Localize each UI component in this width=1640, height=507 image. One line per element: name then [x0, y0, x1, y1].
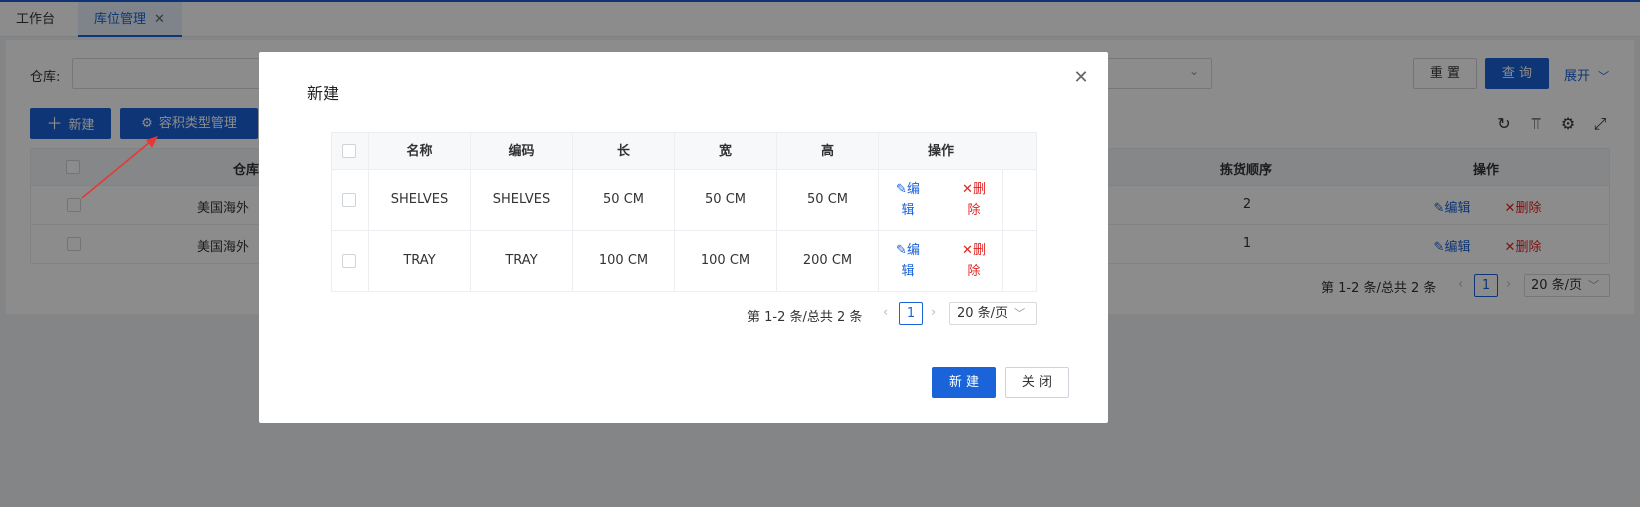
row-code: SHELVES	[492, 192, 551, 207]
modal-pager-summary: 第 1-2 条/总共 2 条	[747, 310, 863, 325]
row-delete-link[interactable]: ✕删除	[956, 240, 992, 282]
row-edit-link[interactable]: ✎编辑	[890, 179, 926, 221]
header-width: 宽	[718, 144, 732, 159]
new-volume-type-modal: 新建 ✕ 名称 编码 长 宽 高 操作 SHELVES SHELVES 50 C…	[259, 52, 1108, 423]
next-page-icon[interactable]: ›	[931, 305, 936, 320]
chevron-down-icon: ﹀	[1014, 307, 1026, 320]
volume-table-header: 名称 编码 长 宽 高 操作	[331, 132, 1037, 170]
row-name: TRAY	[403, 253, 436, 268]
modal-pager-page[interactable]: 1	[899, 302, 923, 325]
header-actions: 操作	[927, 144, 954, 159]
modal-page-size-select[interactable]: 20 条/页 ﹀	[949, 302, 1037, 325]
row-checkbox[interactable]	[342, 193, 356, 207]
row-edit-link[interactable]: ✎编辑	[890, 240, 926, 282]
row-checkbox[interactable]	[342, 254, 356, 268]
row-length: 100 CM	[598, 253, 649, 268]
table-row: TRAY TRAY 100 CM 100 CM 200 CM ✎编辑 ✕删除	[331, 231, 1037, 292]
table-row: SHELVES SHELVES 50 CM 50 CM 50 CM ✎编辑 ✕删…	[331, 170, 1037, 231]
row-name: SHELVES	[390, 192, 449, 207]
select-all-checkbox[interactable]	[342, 144, 356, 158]
header-length: 长	[616, 144, 630, 159]
row-code: TRAY	[505, 253, 538, 268]
row-height: 200 CM	[802, 253, 853, 268]
close-icon[interactable]: ✕	[1071, 68, 1091, 88]
header-name: 名称	[406, 144, 433, 159]
header-height: 高	[820, 144, 834, 159]
row-width: 50 CM	[705, 192, 746, 207]
modal-page-size-label: 20 条/页	[957, 306, 1009, 321]
row-height: 50 CM	[807, 192, 848, 207]
header-code: 编码	[508, 144, 535, 159]
annotation-arrow	[81, 136, 158, 199]
row-width: 100 CM	[700, 253, 751, 268]
row-delete-link[interactable]: ✕删除	[956, 179, 992, 221]
prev-page-icon[interactable]: ‹	[883, 305, 888, 320]
submit-new-button[interactable]: 新 建	[932, 367, 996, 398]
modal-title: 新建	[307, 84, 340, 103]
close-modal-button[interactable]: 关 闭	[1005, 367, 1069, 398]
row-length: 50 CM	[603, 192, 644, 207]
